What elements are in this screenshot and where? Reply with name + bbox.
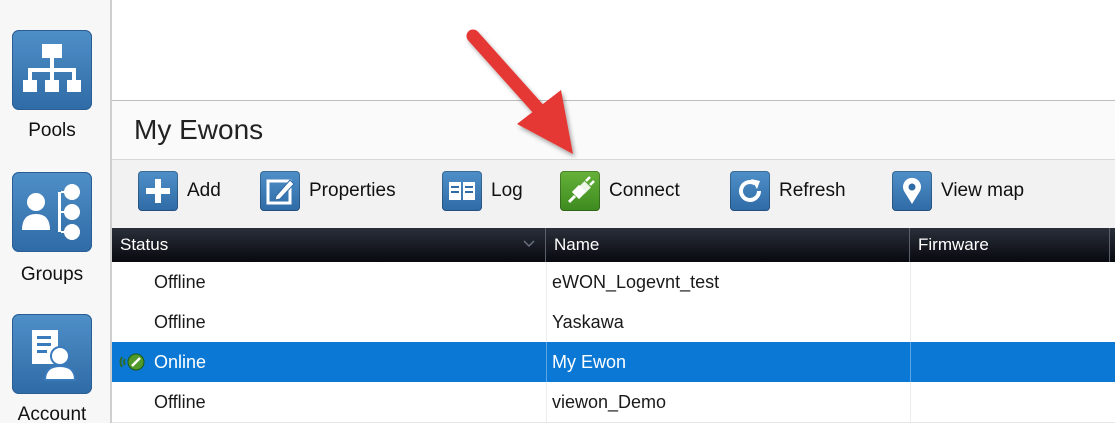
plug-connect-icon — [560, 171, 600, 211]
sidebar-item-pools[interactable]: Pools — [0, 0, 110, 160]
column-header-status[interactable]: Status — [112, 228, 546, 262]
column-header-label: Firmware — [918, 235, 989, 254]
table-row-selected[interactable]: Online My Ewon — [112, 342, 1115, 383]
network-tree-icon — [12, 30, 92, 110]
title-bar: My Ewons — [112, 100, 1115, 160]
name-cell: Yaskawa — [552, 312, 624, 332]
refresh-button[interactable]: Refresh — [730, 169, 846, 213]
log-button[interactable]: Log — [442, 169, 523, 213]
online-connection-icon — [119, 353, 145, 371]
column-header-label: Name — [554, 235, 600, 254]
chevron-down-icon — [523, 240, 535, 248]
properties-button-label: Properties — [309, 180, 396, 201]
column-divider — [546, 262, 547, 302]
page-title: My Ewons — [134, 114, 264, 145]
column-divider — [910, 342, 911, 382]
refresh-button-label: Refresh — [779, 180, 846, 201]
name-cell: viewon_Demo — [552, 392, 667, 412]
sidebar-item-label: Groups — [20, 264, 84, 285]
map-pin-icon — [892, 171, 932, 211]
sidebar-item-label: Pools — [28, 120, 76, 141]
table-header: Status Name Firmware — [112, 228, 1115, 262]
toolbar: Add Properties Log Connect Refresh View … — [112, 160, 1115, 229]
connect-button-label: Connect — [609, 180, 680, 201]
main-panel: My Ewons Add Properties Log Connect Refr… — [112, 0, 1115, 423]
status-cell: Online — [154, 352, 207, 372]
table-row[interactable]: Offline viewon_Demo — [112, 382, 1115, 423]
view-map-button[interactable]: View map — [892, 169, 1024, 213]
sidebar-item-groups[interactable]: Groups — [0, 160, 110, 300]
table-row[interactable]: Offline Yaskawa — [112, 302, 1115, 343]
column-divider — [910, 302, 911, 342]
sidebar-item-account[interactable]: Account — [0, 300, 110, 425]
properties-button[interactable]: Properties — [260, 169, 396, 213]
plus-icon — [138, 171, 178, 211]
sidebar: Pools Groups Account — [0, 0, 112, 425]
name-cell: My Ewon — [552, 352, 627, 372]
add-button-label: Add — [187, 180, 221, 201]
add-button[interactable]: Add — [138, 169, 221, 213]
status-cell: Offline — [154, 272, 206, 292]
book-log-icon — [442, 171, 482, 211]
account-icon — [12, 314, 92, 394]
view-map-button-label: View map — [941, 180, 1025, 201]
table-row[interactable]: Offline eWON_Logevnt_test — [112, 262, 1115, 303]
column-divider — [546, 342, 547, 382]
name-cell: eWON_Logevnt_test — [552, 272, 720, 292]
column-header-name[interactable]: Name — [546, 228, 910, 262]
status-cell: Offline — [154, 312, 206, 332]
column-divider — [910, 262, 911, 302]
status-cell: Offline — [154, 392, 206, 412]
refresh-icon — [730, 171, 770, 211]
column-header-firmware[interactable]: Firmware — [910, 228, 1110, 262]
column-divider — [546, 302, 547, 342]
annotation-arrow-icon — [466, 29, 573, 154]
column-divider — [910, 382, 911, 422]
connect-button[interactable]: Connect — [560, 169, 680, 213]
column-header-label: Status — [120, 235, 169, 254]
group-icon — [12, 172, 92, 252]
edit-properties-icon — [260, 171, 300, 211]
column-divider — [546, 382, 547, 422]
log-button-label: Log — [491, 180, 523, 201]
